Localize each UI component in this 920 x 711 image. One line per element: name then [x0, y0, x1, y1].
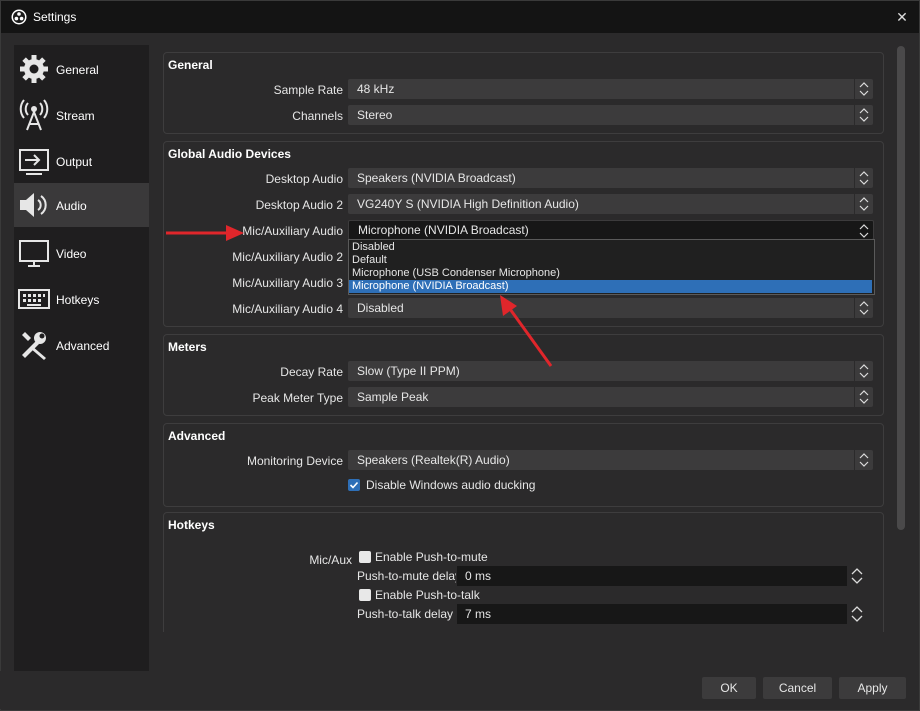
- sidebar-item-stream[interactable]: Stream: [14, 93, 149, 137]
- decay-rate-label: Decay Rate: [280, 365, 343, 379]
- desktop-audio2-select[interactable]: VG240Y S (NVIDIA High Definition Audio): [348, 194, 873, 214]
- obs-logo-icon: [11, 9, 27, 25]
- peak-meter-value: Sample Peak: [357, 390, 429, 404]
- sidebar-item-general[interactable]: General: [14, 47, 149, 91]
- broadcast-icon: [18, 99, 50, 131]
- decay-rate-select[interactable]: Slow (Type II PPM): [348, 361, 873, 381]
- keyboard-icon: [18, 283, 50, 315]
- push-to-talk-delay-value: 7 ms: [465, 607, 492, 621]
- updown-arrows-icon: [854, 298, 873, 318]
- updown-arrows-icon: [854, 79, 873, 99]
- sidebar-item-advanced[interactable]: Advanced: [14, 323, 149, 367]
- channels-label: Channels: [292, 109, 343, 123]
- window-title: Settings: [33, 10, 77, 24]
- mic-aux-dropdown-list: Disabled Default Microphone (USB Condens…: [348, 239, 875, 295]
- sidebar-item-label: Hotkeys: [56, 293, 100, 307]
- monitoring-device-value: Speakers (Realtek(R) Audio): [357, 453, 510, 467]
- sample-rate-select[interactable]: 48 kHz: [348, 79, 873, 99]
- cancel-button[interactable]: Cancel: [763, 677, 832, 699]
- mic-aux-audio-value: Microphone (NVIDIA Broadcast): [358, 223, 529, 237]
- push-to-talk-delay-input[interactable]: 7 ms: [456, 603, 863, 625]
- updown-arrows-icon: [854, 361, 873, 381]
- updown-arrows-icon: [855, 221, 873, 241]
- push-to-mute-delay-label: Push-to-mute delay: [357, 569, 462, 583]
- sidebar-item-audio[interactable]: Audio: [14, 183, 149, 227]
- updown-arrows-icon: [854, 387, 873, 407]
- sidebar-item-label: Audio: [56, 199, 87, 213]
- speaker-icon: [18, 189, 50, 221]
- sidebar-item-label: Advanced: [56, 339, 110, 353]
- sidebar-item-label: Output: [56, 155, 93, 169]
- scrollbar-thumb[interactable]: [897, 46, 905, 530]
- peak-meter-label: Peak Meter Type: [252, 391, 344, 405]
- spin-arrows-icon[interactable]: [849, 566, 865, 586]
- mic-aux-hotkey-label: Mic/Aux: [309, 553, 352, 567]
- updown-arrows-icon: [854, 168, 873, 188]
- peak-meter-select[interactable]: Sample Peak: [348, 387, 873, 407]
- updown-arrows-icon: [854, 105, 873, 125]
- tools-icon: [18, 329, 50, 361]
- group-title: General: [168, 58, 213, 72]
- monitoring-device-label: Monitoring Device: [246, 454, 343, 468]
- monitoring-device-select[interactable]: Speakers (Realtek(R) Audio): [348, 450, 873, 470]
- mic-aux-audio4-label: Mic/Auxiliary Audio 4: [232, 302, 343, 316]
- group-title: Hotkeys: [168, 518, 215, 532]
- sample-rate-label: Sample Rate: [273, 83, 343, 97]
- group-title: Meters: [168, 340, 207, 354]
- dropdown-option-default[interactable]: Default: [349, 254, 872, 267]
- mic-aux-audio3-label: Mic/Auxiliary Audio 3: [232, 276, 343, 290]
- sidebar-item-output[interactable]: Output: [14, 139, 149, 183]
- desktop-audio2-value: VG240Y S (NVIDIA High Definition Audio): [357, 197, 579, 211]
- sidebar-item-label: Video: [56, 247, 87, 261]
- gear-icon: [18, 53, 50, 85]
- ducking-label: Disable Windows audio ducking: [366, 478, 536, 492]
- desktop-audio-label: Desktop Audio: [265, 172, 343, 186]
- output-icon: [18, 145, 50, 177]
- push-to-talk-delay-label: Push-to-talk delay: [357, 607, 454, 621]
- push-to-mute-delay-value: 0 ms: [465, 569, 492, 583]
- desktop-audio2-label: Desktop Audio 2: [255, 198, 343, 212]
- settings-sidebar: General Stream Output Audio Video Hotkey…: [14, 45, 149, 672]
- decay-rate-value: Slow (Type II PPM): [357, 364, 460, 378]
- dropdown-option-disabled[interactable]: Disabled: [349, 241, 872, 254]
- mic-aux-audio4-select[interactable]: Disabled: [348, 298, 873, 318]
- ok-button[interactable]: OK: [702, 677, 756, 699]
- spin-arrows-icon[interactable]: [849, 604, 865, 624]
- ducking-checkbox[interactable]: [348, 479, 360, 491]
- checkmark-icon: [349, 481, 359, 489]
- sidebar-item-label: Stream: [56, 109, 95, 123]
- channels-value: Stereo: [357, 108, 393, 122]
- dropdown-option-usb-mic[interactable]: Microphone (USB Condenser Microphone): [349, 267, 872, 280]
- close-button[interactable]: ✕: [891, 6, 913, 28]
- title-bar: Settings ✕: [1, 1, 919, 33]
- sidebar-item-hotkeys[interactable]: Hotkeys: [14, 277, 149, 321]
- push-to-talk-label: Enable Push-to-talk: [375, 588, 480, 602]
- apply-button[interactable]: Apply: [839, 677, 906, 699]
- push-to-mute-checkbox[interactable]: [359, 551, 371, 563]
- updown-arrows-icon: [854, 450, 873, 470]
- sample-rate-value: 48 kHz: [357, 82, 395, 96]
- content-clip: [153, 632, 893, 672]
- mic-aux-audio-label: Mic/Auxiliary Audio: [242, 224, 343, 238]
- monitor-icon: [18, 237, 50, 269]
- dropdown-option-nvidia-broadcast[interactable]: Microphone (NVIDIA Broadcast): [349, 280, 872, 293]
- push-to-talk-checkbox[interactable]: [359, 589, 371, 601]
- mic-aux-audio4-value: Disabled: [357, 301, 404, 315]
- channels-select[interactable]: Stereo: [348, 105, 873, 125]
- desktop-audio-select[interactable]: Speakers (NVIDIA Broadcast): [348, 168, 873, 188]
- group-title: Advanced: [168, 429, 226, 443]
- push-to-mute-delay-input[interactable]: 0 ms: [456, 565, 863, 587]
- mic-aux-audio2-label: Mic/Auxiliary Audio 2: [232, 250, 343, 264]
- group-title: Global Audio Devices: [168, 147, 291, 161]
- updown-arrows-icon: [854, 194, 873, 214]
- sidebar-item-label: General: [56, 63, 99, 77]
- desktop-audio-value: Speakers (NVIDIA Broadcast): [357, 171, 516, 185]
- push-to-mute-label: Enable Push-to-mute: [375, 550, 488, 564]
- mic-aux-audio-select[interactable]: Microphone (NVIDIA Broadcast): [348, 220, 874, 240]
- sidebar-item-video[interactable]: Video: [14, 231, 149, 275]
